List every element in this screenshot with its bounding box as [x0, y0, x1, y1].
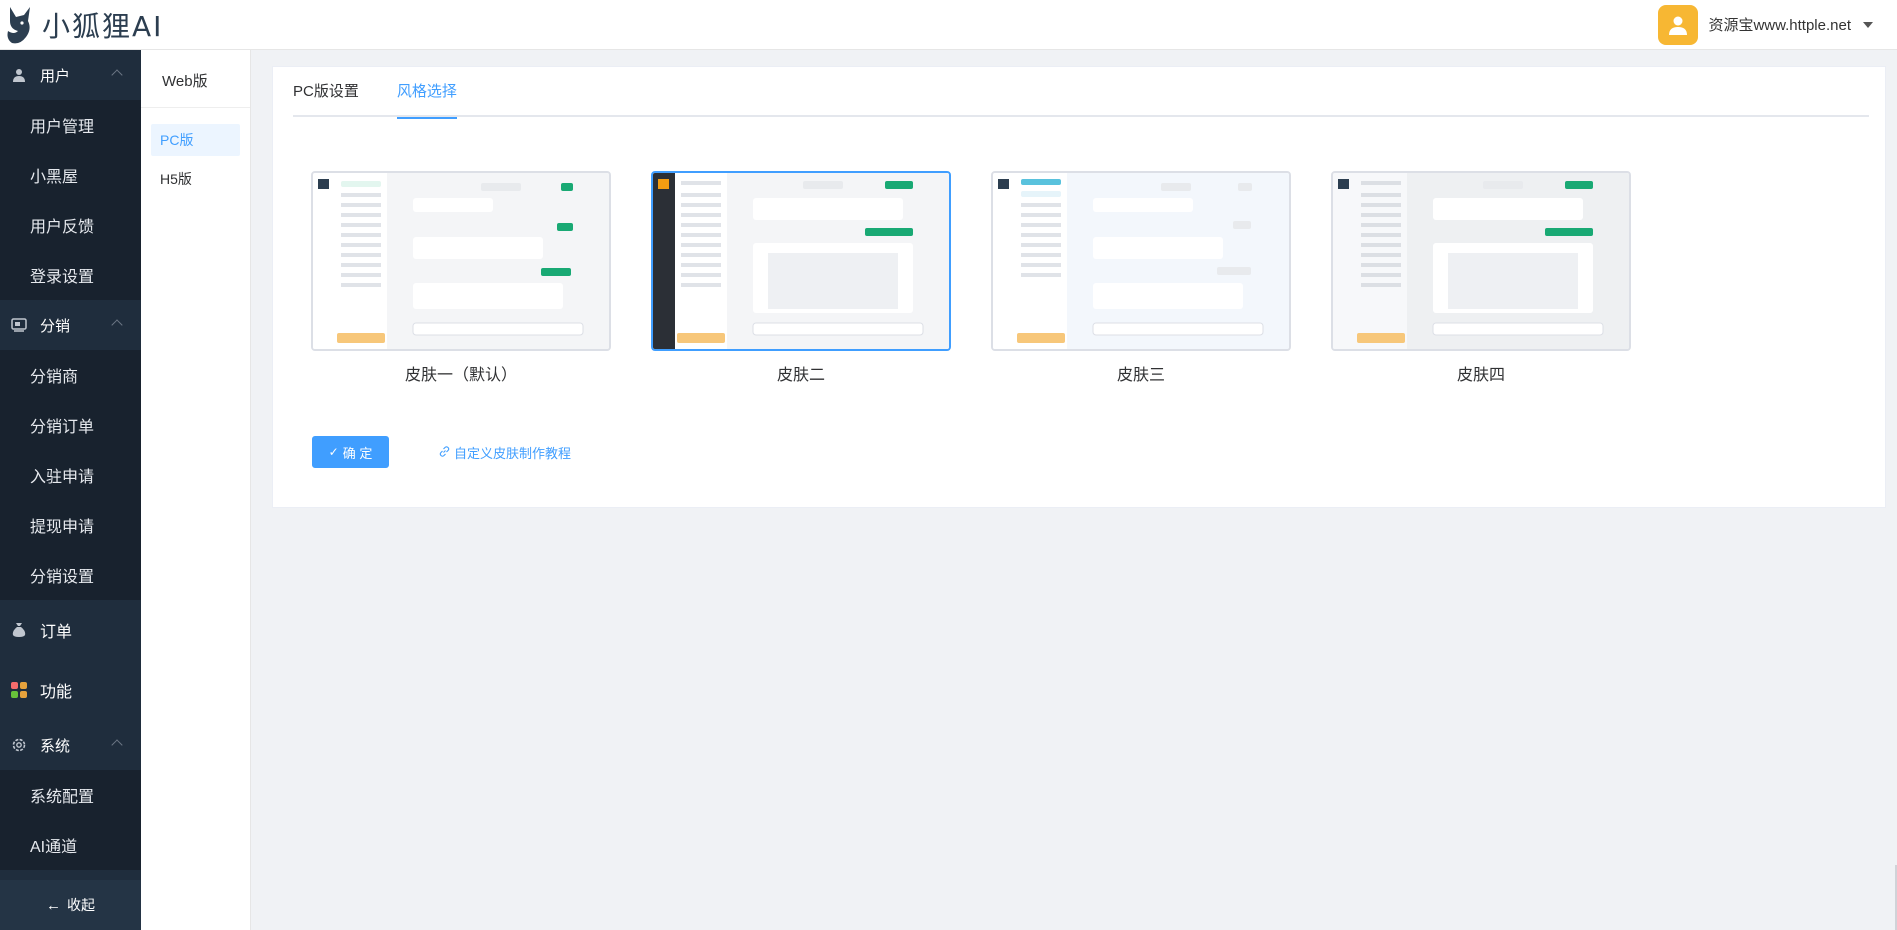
avatar[interactable] — [1658, 4, 1699, 45]
gear-icon — [10, 736, 28, 754]
sidebar-group-label: 用户 — [40, 67, 71, 85]
sidebar-group-label: 功能 — [40, 684, 73, 701]
sidebar-group-distribution[interactable]: 分销 — [0, 300, 141, 350]
skin-card[interactable]: 皮肤一（默认） — [311, 171, 611, 385]
sidebar-collapse-button[interactable]: ← 收起 — [0, 880, 141, 930]
user-icon — [10, 66, 28, 84]
skin-preview-image[interactable] — [991, 171, 1291, 351]
sidebar-item-system-config[interactable]: 系统配置 — [0, 770, 141, 820]
tutorial-link-label: 自定义皮肤制作教程 — [454, 445, 572, 461]
fox-logo-icon — [7, 6, 30, 43]
main-panel: PC版设置 风格选择 皮肤一（默认） 皮肤二 皮肤三 皮肤四 ✓ 确 定 自定义… — [272, 66, 1886, 508]
top-header: 小狐狸AI 资源宝www.httple.net — [0, 0, 1897, 50]
sidebar-group-label: 系统 — [40, 737, 71, 755]
skin-three-preview-icon — [993, 173, 1289, 349]
chevron-down-icon[interactable] — [1863, 21, 1873, 28]
chevron-up-icon — [111, 739, 123, 751]
skin-list: 皮肤一（默认） 皮肤二 皮肤三 皮肤四 — [311, 171, 1671, 385]
tab-bar: PC版设置 风格选择 — [293, 67, 1869, 119]
sidebar-item-withdraw-applications[interactable]: 提现申请 — [0, 500, 141, 550]
sidebar-item-distributors[interactable]: 分销商 — [0, 350, 141, 400]
tab-style-selection[interactable]: 风格选择 — [396, 67, 457, 119]
confirm-button[interactable]: ✓ 确 定 — [312, 436, 389, 468]
sidebar-item-distribution-settings[interactable]: 分销设置 — [0, 550, 141, 600]
skin-preview-image[interactable] — [1331, 171, 1631, 351]
user-menu[interactable]: 资源宝www.httple.net — [1658, 0, 1897, 50]
sidebar-group-user[interactable]: 用户 — [0, 50, 141, 100]
user-avatar-icon — [1669, 16, 1688, 35]
confirm-label: 确 定 — [342, 445, 373, 461]
skin-label: 皮肤四 — [1456, 367, 1505, 384]
link-icon — [439, 445, 450, 460]
submenu-item-pc[interactable]: PC版 — [151, 124, 240, 156]
skin-card[interactable]: 皮肤三 — [991, 171, 1291, 385]
skin-preview-image[interactable] — [311, 171, 611, 351]
arrow-left-icon: ← — [46, 896, 61, 914]
submenu-title: Web版 — [141, 50, 250, 108]
chevron-up-icon — [111, 69, 123, 81]
sidebar-item-login-settings[interactable]: 登录设置 — [0, 250, 141, 300]
sidebar-item-distribution-orders[interactable]: 分销订单 — [0, 400, 141, 450]
skin-label: 皮肤一（默认） — [404, 367, 517, 384]
skin-two-preview-icon — [653, 173, 949, 349]
collapse-label: 收起 — [67, 897, 95, 913]
money-bag-icon — [10, 621, 28, 639]
secondary-menu: Web版 PC版 H5版 — [141, 50, 251, 930]
sidebar-item-blacklist[interactable]: 小黑屋 — [0, 150, 141, 200]
tab-pc-settings[interactable]: PC版设置 — [293, 67, 359, 117]
sidebar-item-feedback[interactable]: 用户反馈 — [0, 200, 141, 250]
action-bar: ✓ 确 定 自定义皮肤制作教程 — [312, 436, 571, 468]
user-name[interactable]: 资源宝www.httple.net — [1708, 14, 1851, 35]
sidebar-group-features[interactable]: 功能 — [0, 660, 141, 720]
skin-one-preview-icon — [313, 173, 609, 349]
custom-skin-tutorial-link[interactable]: 自定义皮肤制作教程 — [439, 443, 571, 462]
submenu-item-h5[interactable]: H5版 — [151, 163, 240, 195]
skin-four-preview-icon — [1333, 173, 1629, 349]
skin-label: 皮肤三 — [1116, 367, 1165, 384]
skin-card[interactable]: 皮肤二 — [651, 171, 951, 385]
logo-text: 小狐狸AI — [42, 9, 164, 43]
sidebar-group-label: 分销 — [40, 317, 71, 335]
check-icon: ✓ — [328, 445, 339, 459]
skin-card[interactable]: 皮肤四 — [1331, 171, 1631, 385]
app-logo[interactable]: 小狐狸AI — [0, 0, 163, 50]
distribution-icon — [10, 316, 28, 334]
sidebar-item-ai-channel[interactable]: AI通道 — [0, 820, 141, 870]
sidebar-item-user-management[interactable]: 用户管理 — [0, 100, 141, 150]
skin-label: 皮肤二 — [776, 367, 825, 384]
sidebar: 用户 用户管理 小黑屋 用户反馈 登录设置 分销 分销商 分销订单 入驻申请 提… — [0, 50, 141, 930]
apps-grid-icon — [10, 681, 28, 699]
sidebar-group-orders[interactable]: 订单 — [0, 600, 141, 660]
skin-preview-image[interactable] — [651, 171, 951, 351]
sidebar-group-system[interactable]: 系统 — [0, 720, 141, 770]
sidebar-group-label: 订单 — [40, 624, 73, 641]
chevron-up-icon — [111, 319, 123, 331]
sidebar-item-join-applications[interactable]: 入驻申请 — [0, 450, 141, 500]
